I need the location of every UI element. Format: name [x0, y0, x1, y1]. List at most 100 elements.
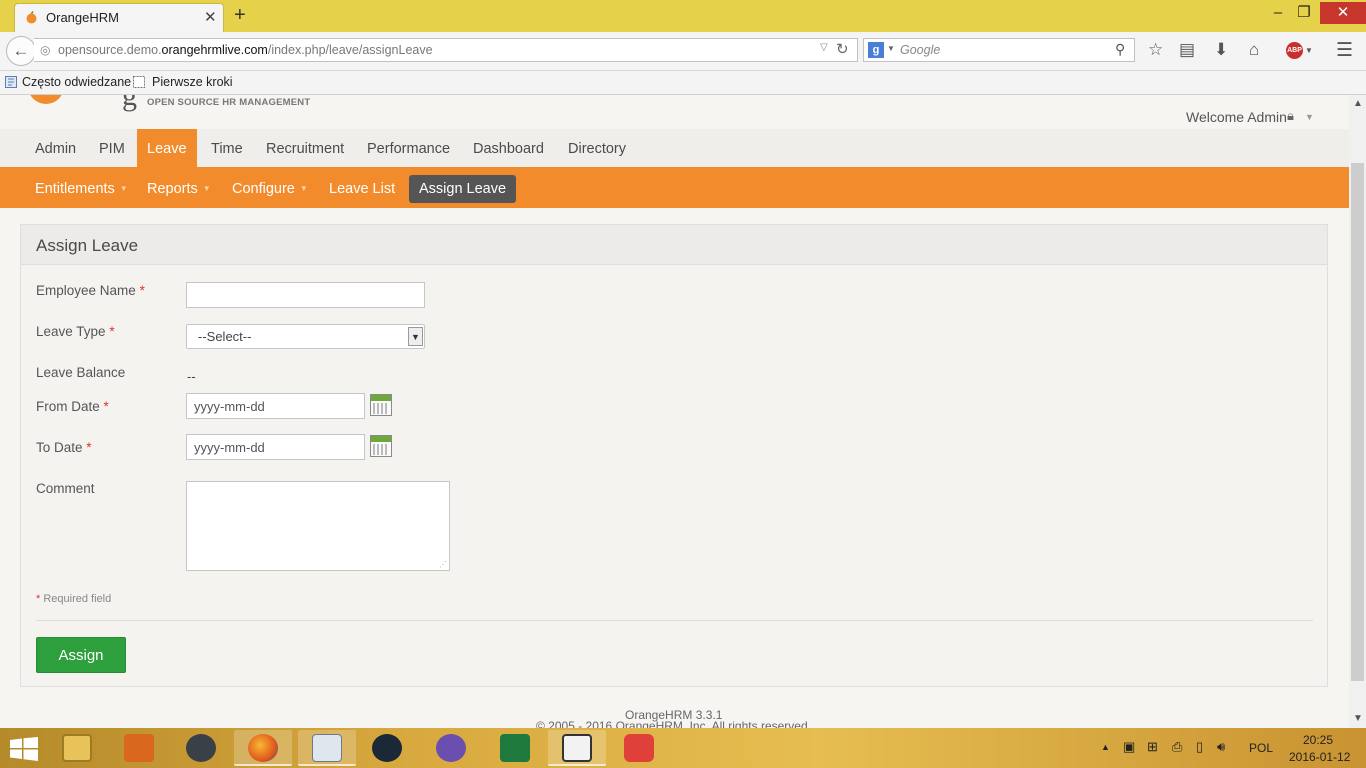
language-indicator[interactable]: POL: [1249, 741, 1273, 755]
nvidia-tray-icon[interactable]: ▣: [1123, 739, 1135, 755]
orangehrm-logo-icon: [28, 95, 64, 104]
footer-copyright: © 2005 - 2016 OrangeHRM, Inc. All rights…: [536, 719, 811, 728]
welcome-user-link[interactable]: Welcome Admin: [1186, 109, 1287, 125]
calendar-icon[interactable]: [370, 394, 392, 416]
browser-navbar: ← ◎ opensource.demo.orangehrmlive.com/in…: [0, 32, 1366, 71]
scrollbar-thumb[interactable]: [1351, 163, 1364, 681]
downloads-icon[interactable]: ⬇: [1214, 40, 1228, 60]
reload-icon[interactable]: ↻: [836, 40, 849, 58]
required-field-note: * Required field: [36, 593, 112, 605]
to-date-placeholder: yyyy-mm-dd: [194, 440, 265, 455]
windows-tray-icon[interactable]: ⊞: [1147, 739, 1158, 755]
url-bar[interactable]: ◎ opensource.demo.orangehrmlive.com/inde…: [34, 38, 858, 62]
new-tab-icon[interactable]: +: [234, 4, 246, 27]
power-tray-icon[interactable]: ▯: [1196, 739, 1203, 755]
employee-name-input[interactable]: [186, 282, 425, 308]
leave-type-value: --Select--: [198, 329, 252, 344]
engine-caret-icon[interactable]: ▼: [887, 44, 895, 53]
red-app-icon: [624, 734, 654, 762]
leave-balance-label: Leave Balance: [36, 365, 126, 380]
main-menu: Admin PIM Leave Time Recruitment Perform…: [0, 129, 1349, 168]
maximize-icon[interactable]: ❐: [1290, 2, 1318, 24]
minimize-icon[interactable]: –: [1264, 2, 1292, 24]
user-lock-icon: 🔒︎: [1287, 108, 1294, 123]
url-text: opensource.demo.orangehrmlive.com/index.…: [58, 43, 433, 57]
adblock-caret-icon[interactable]: ▼: [1305, 46, 1313, 55]
site-info-icon[interactable]: ◎: [40, 43, 50, 57]
adblock-icon[interactable]: ABP: [1286, 42, 1303, 59]
resize-grip-icon[interactable]: ⋰: [439, 560, 447, 569]
steam-icon: [372, 734, 402, 762]
menu-admin[interactable]: Admin: [25, 129, 86, 167]
bookmark-page-icon: [133, 76, 145, 88]
clock-date[interactable]: 2016-01-12: [1289, 750, 1350, 764]
dropdown-caret-icon: ▼: [202, 184, 211, 193]
home-icon[interactable]: ⌂: [1249, 40, 1259, 60]
taskbar-cat-app[interactable]: [422, 730, 480, 766]
bookmark-getting-started[interactable]: Pierwsze kroki: [152, 75, 233, 89]
submenu-configure[interactable]: Configure ▼: [222, 175, 318, 203]
menu-recruitment[interactable]: Recruitment: [256, 129, 354, 167]
bookmark-folder-icon: [5, 76, 17, 88]
url-dropdown-icon[interactable]: ▽: [820, 42, 828, 53]
taskbar-steelseries[interactable]: [172, 730, 230, 766]
submenu-entitlements[interactable]: Entitlements ▼: [25, 175, 138, 203]
browser-tab[interactable]: OrangeHRM ✕: [14, 3, 224, 32]
assign-button[interactable]: Assign: [36, 637, 126, 673]
search-icon[interactable]: ⚲: [1115, 41, 1125, 58]
dropdown-caret-icon: ▼: [299, 184, 308, 193]
bookmark-star-icon[interactable]: ☆: [1148, 40, 1163, 60]
volume-tray-icon[interactable]: 🔊︎: [1217, 739, 1225, 755]
to-date-input[interactable]: yyyy-mm-dd: [186, 434, 365, 460]
search-placeholder: Google: [900, 43, 941, 57]
firefox-icon: [248, 734, 278, 762]
leave-submenu: Entitlements ▼ Reports ▼ Configure ▼ Leave …: [0, 167, 1349, 208]
search-bar[interactable]: g ▼ Google ⚲: [863, 38, 1135, 62]
submenu-reports[interactable]: Reports ▼: [137, 175, 221, 203]
leave-type-label: Leave Type *: [36, 324, 115, 339]
bookmark-most-visited[interactable]: Często odwiedzane: [22, 75, 131, 89]
menu-leave[interactable]: Leave: [137, 129, 197, 167]
taskbar-steam[interactable]: [358, 730, 416, 766]
leave-type-select[interactable]: --Select-- ▼: [186, 324, 425, 349]
menu-dashboard[interactable]: Dashboard: [463, 129, 554, 167]
bookmarks-toolbar: Często odwiedzane Pierwsze kroki: [0, 71, 1366, 95]
menu-performance[interactable]: Performance: [357, 129, 460, 167]
submenu-assign-leave[interactable]: Assign Leave: [409, 175, 517, 203]
google-engine-icon[interactable]: g: [868, 42, 884, 58]
taskbar-notepad[interactable]: [548, 730, 606, 766]
welcome-caret-icon[interactable]: ▼: [1305, 112, 1314, 122]
panel-header: Assign Leave: [21, 225, 1327, 265]
tray-expand-icon[interactable]: ▲: [1101, 742, 1110, 752]
from-date-placeholder: yyyy-mm-dd: [194, 399, 265, 414]
menu-pim[interactable]: PIM: [89, 129, 135, 167]
comment-textarea[interactable]: ⋰: [186, 481, 450, 571]
calendar-icon[interactable]: [370, 435, 392, 457]
taskbar-performance-monitor[interactable]: [298, 730, 356, 766]
back-arrow-icon[interactable]: ←: [6, 36, 36, 66]
network-tray-icon[interactable]: ⎙: [1172, 739, 1182, 755]
clock-time[interactable]: 20:25: [1303, 733, 1333, 747]
reading-list-icon[interactable]: ▤: [1179, 40, 1195, 60]
window-close-icon[interactable]: ✕: [1320, 2, 1366, 24]
scroll-up-icon[interactable]: ▲: [1353, 98, 1363, 109]
taskbar-firefox[interactable]: [234, 730, 292, 766]
from-date-label: From Date *: [36, 399, 109, 414]
scroll-down-icon[interactable]: ▼: [1353, 713, 1363, 724]
from-date-input[interactable]: yyyy-mm-dd: [186, 393, 365, 419]
menu-hamburger-icon[interactable]: ☰: [1336, 39, 1353, 62]
tab-title: OrangeHRM: [46, 10, 119, 25]
taskbar-media-player[interactable]: [110, 730, 168, 766]
menu-time[interactable]: Time: [201, 129, 253, 167]
taskbar-red-app[interactable]: [610, 730, 668, 766]
taskbar-file-explorer[interactable]: [48, 730, 106, 766]
media-player-icon: [124, 734, 154, 762]
tab-close-icon[interactable]: ✕: [204, 8, 217, 26]
windows-taskbar: ▲ ▣ ⊞ ⎙ ▯ 🔊︎ POL 20:25 2016-01-12: [0, 728, 1366, 768]
select-arrow-icon[interactable]: ▼: [408, 327, 423, 346]
submenu-leave-list[interactable]: Leave List: [319, 175, 405, 203]
taskbar-excel[interactable]: [486, 730, 544, 766]
windows-start-icon[interactable]: [10, 737, 38, 761]
menu-directory[interactable]: Directory: [558, 129, 636, 167]
logo-wordmark: g: [122, 95, 137, 112]
